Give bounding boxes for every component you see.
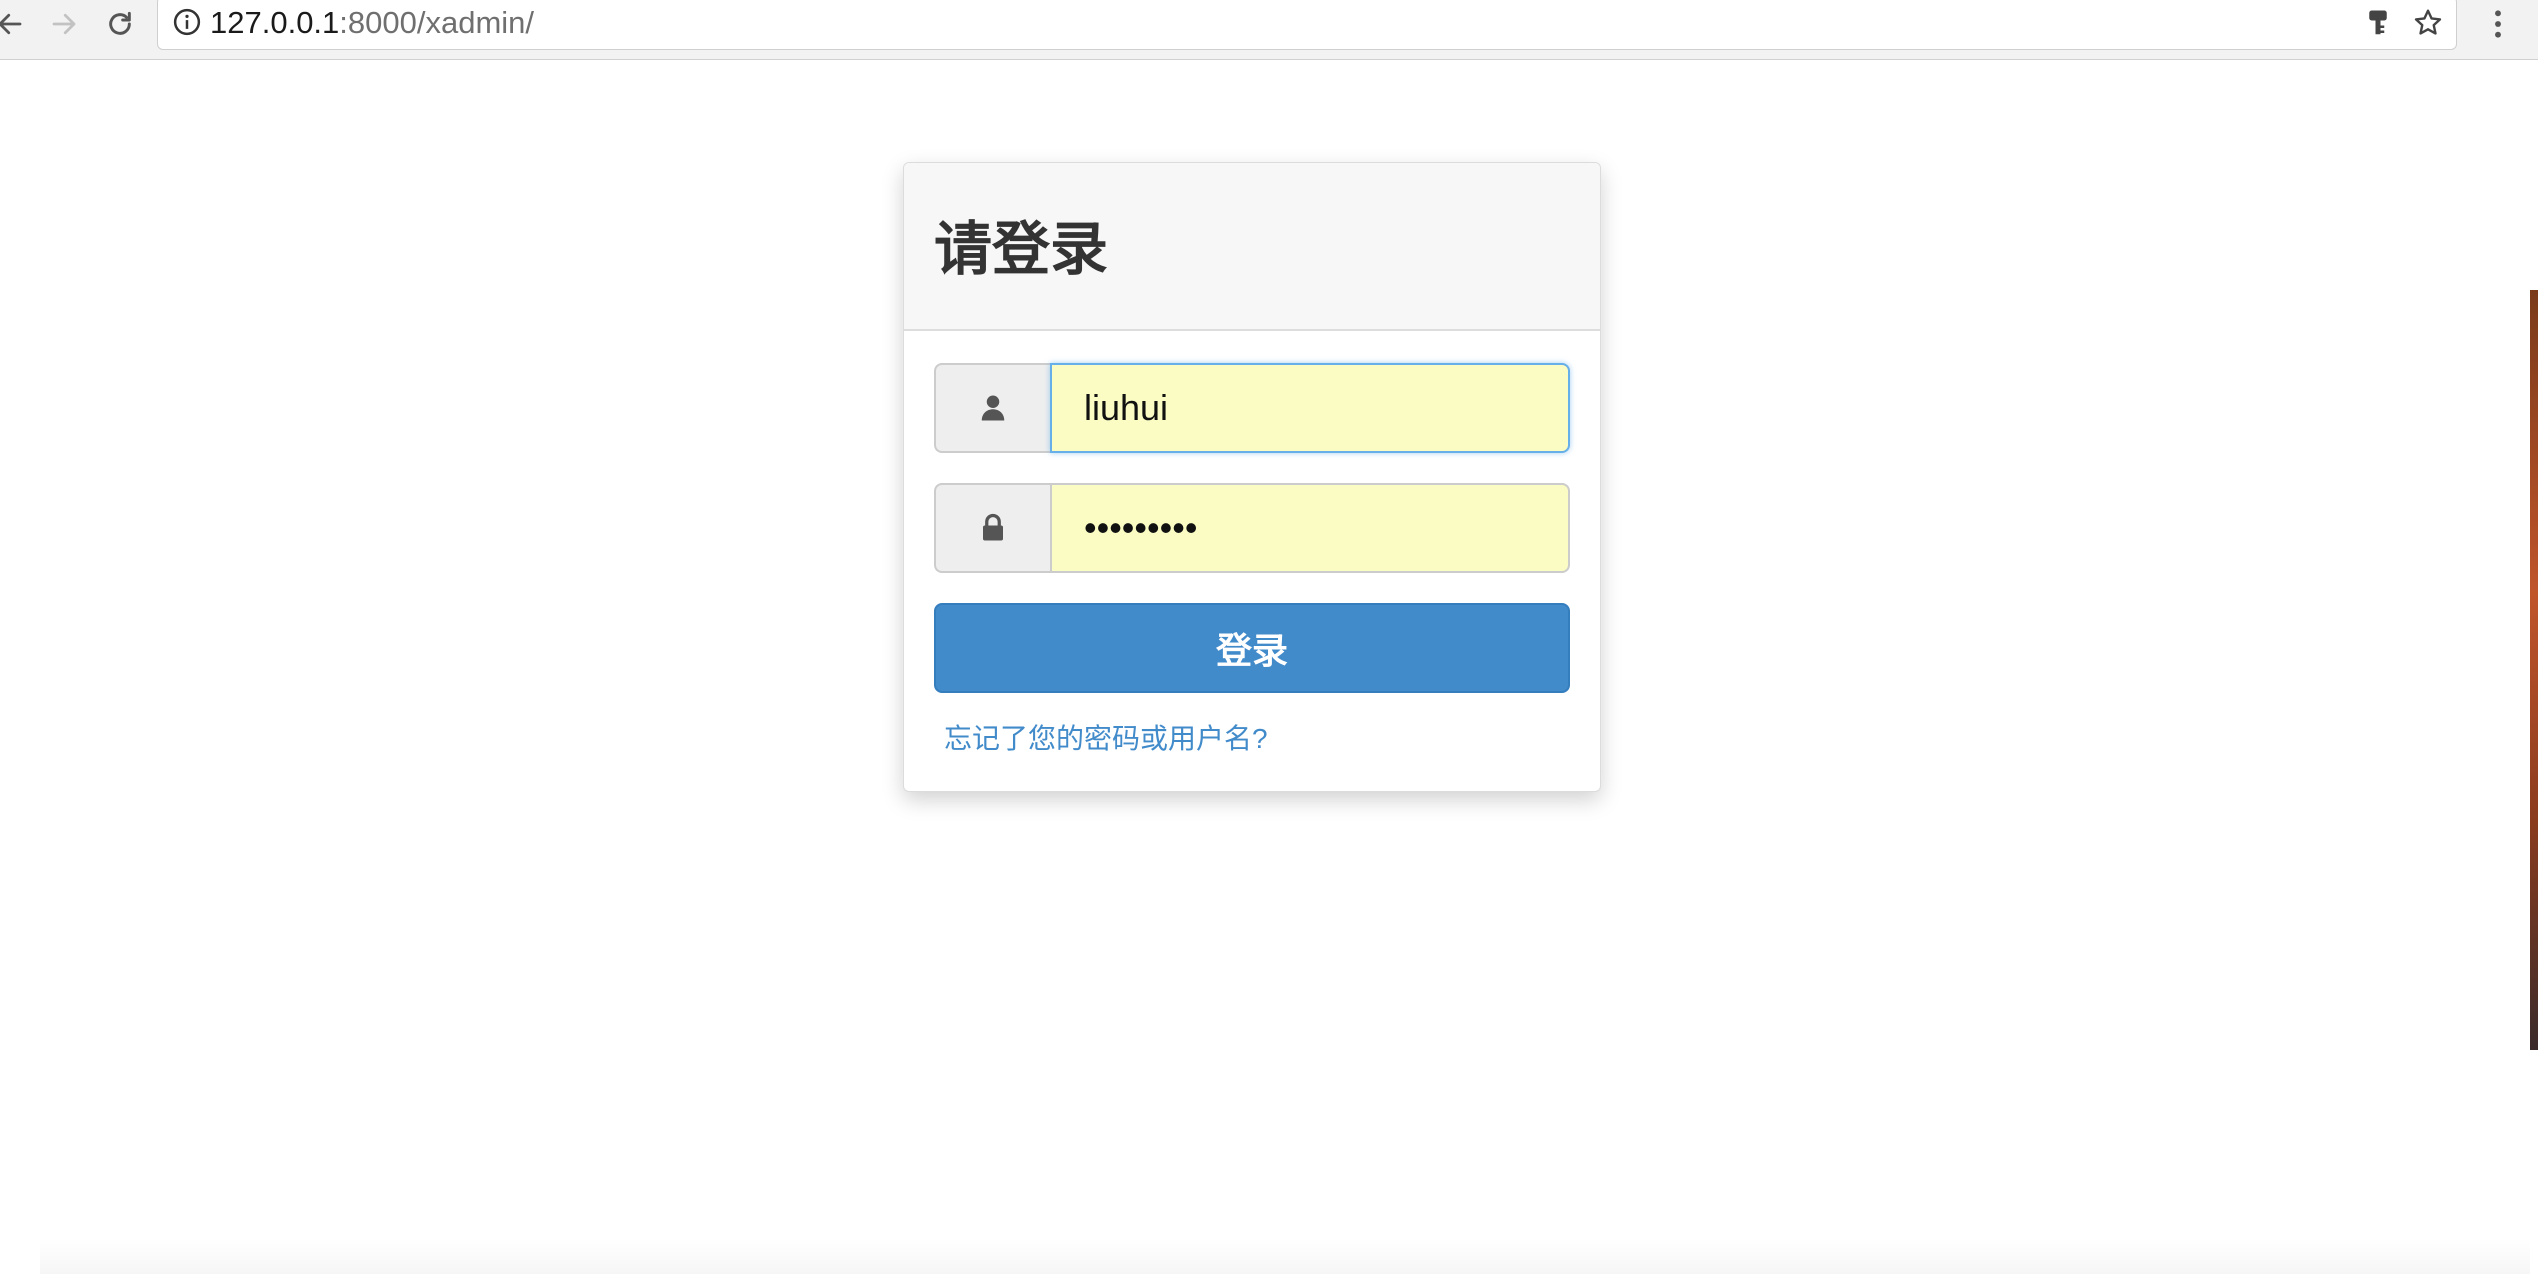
url-host: 127.0.0.1	[210, 5, 340, 40]
page: 127.0.0.1:8000/xadmin/ 请登录 liuhui ••••••…	[0, 0, 2538, 1274]
reload-icon	[109, 11, 131, 35]
url-path: :8000/xadmin/	[339, 5, 535, 40]
forward-arrow-icon	[52, 13, 76, 35]
username-addon	[934, 363, 1050, 453]
key-icon	[2369, 10, 2387, 35]
info-icon[interactable]	[172, 7, 202, 37]
lock-icon	[983, 513, 1003, 541]
desktop-edge	[2530, 290, 2538, 1050]
address-bar[interactable]: 127.0.0.1:8000/xadmin/	[157, 0, 2457, 50]
back-arrow-icon	[0, 13, 22, 35]
forward-button[interactable]	[42, 2, 86, 46]
username-group	[934, 363, 1570, 453]
vertical-dots-icon	[2495, 10, 2501, 38]
username-input[interactable]	[1050, 363, 1570, 453]
login-title: 请登录	[934, 217, 1109, 282]
browser-menu-button[interactable]	[2478, 2, 2518, 46]
login-panel: 请登录 登录 忘记了您的密码或用户名?	[903, 162, 1601, 792]
login-button[interactable]: 登录	[934, 603, 1570, 693]
user-icon	[981, 395, 1005, 421]
star-icon	[2414, 9, 2442, 35]
password-addon	[934, 483, 1050, 573]
url-text[interactable]: 127.0.0.1:8000/xadmin/	[210, 1, 534, 45]
reload-button[interactable]	[98, 2, 142, 46]
forgot-password-link[interactable]: 忘记了您的密码或用户名?	[944, 719, 1268, 759]
bookmark-button[interactable]	[2408, 3, 2448, 43]
window-bottom-shadow	[40, 1238, 2530, 1274]
password-input[interactable]	[1050, 483, 1570, 573]
back-button[interactable]	[0, 2, 32, 46]
browser-toolbar: 127.0.0.1:8000/xadmin/	[0, 0, 2538, 60]
password-group	[934, 483, 1570, 573]
password-key-button[interactable]	[2358, 3, 2398, 43]
login-panel-heading: 请登录	[904, 163, 1600, 331]
